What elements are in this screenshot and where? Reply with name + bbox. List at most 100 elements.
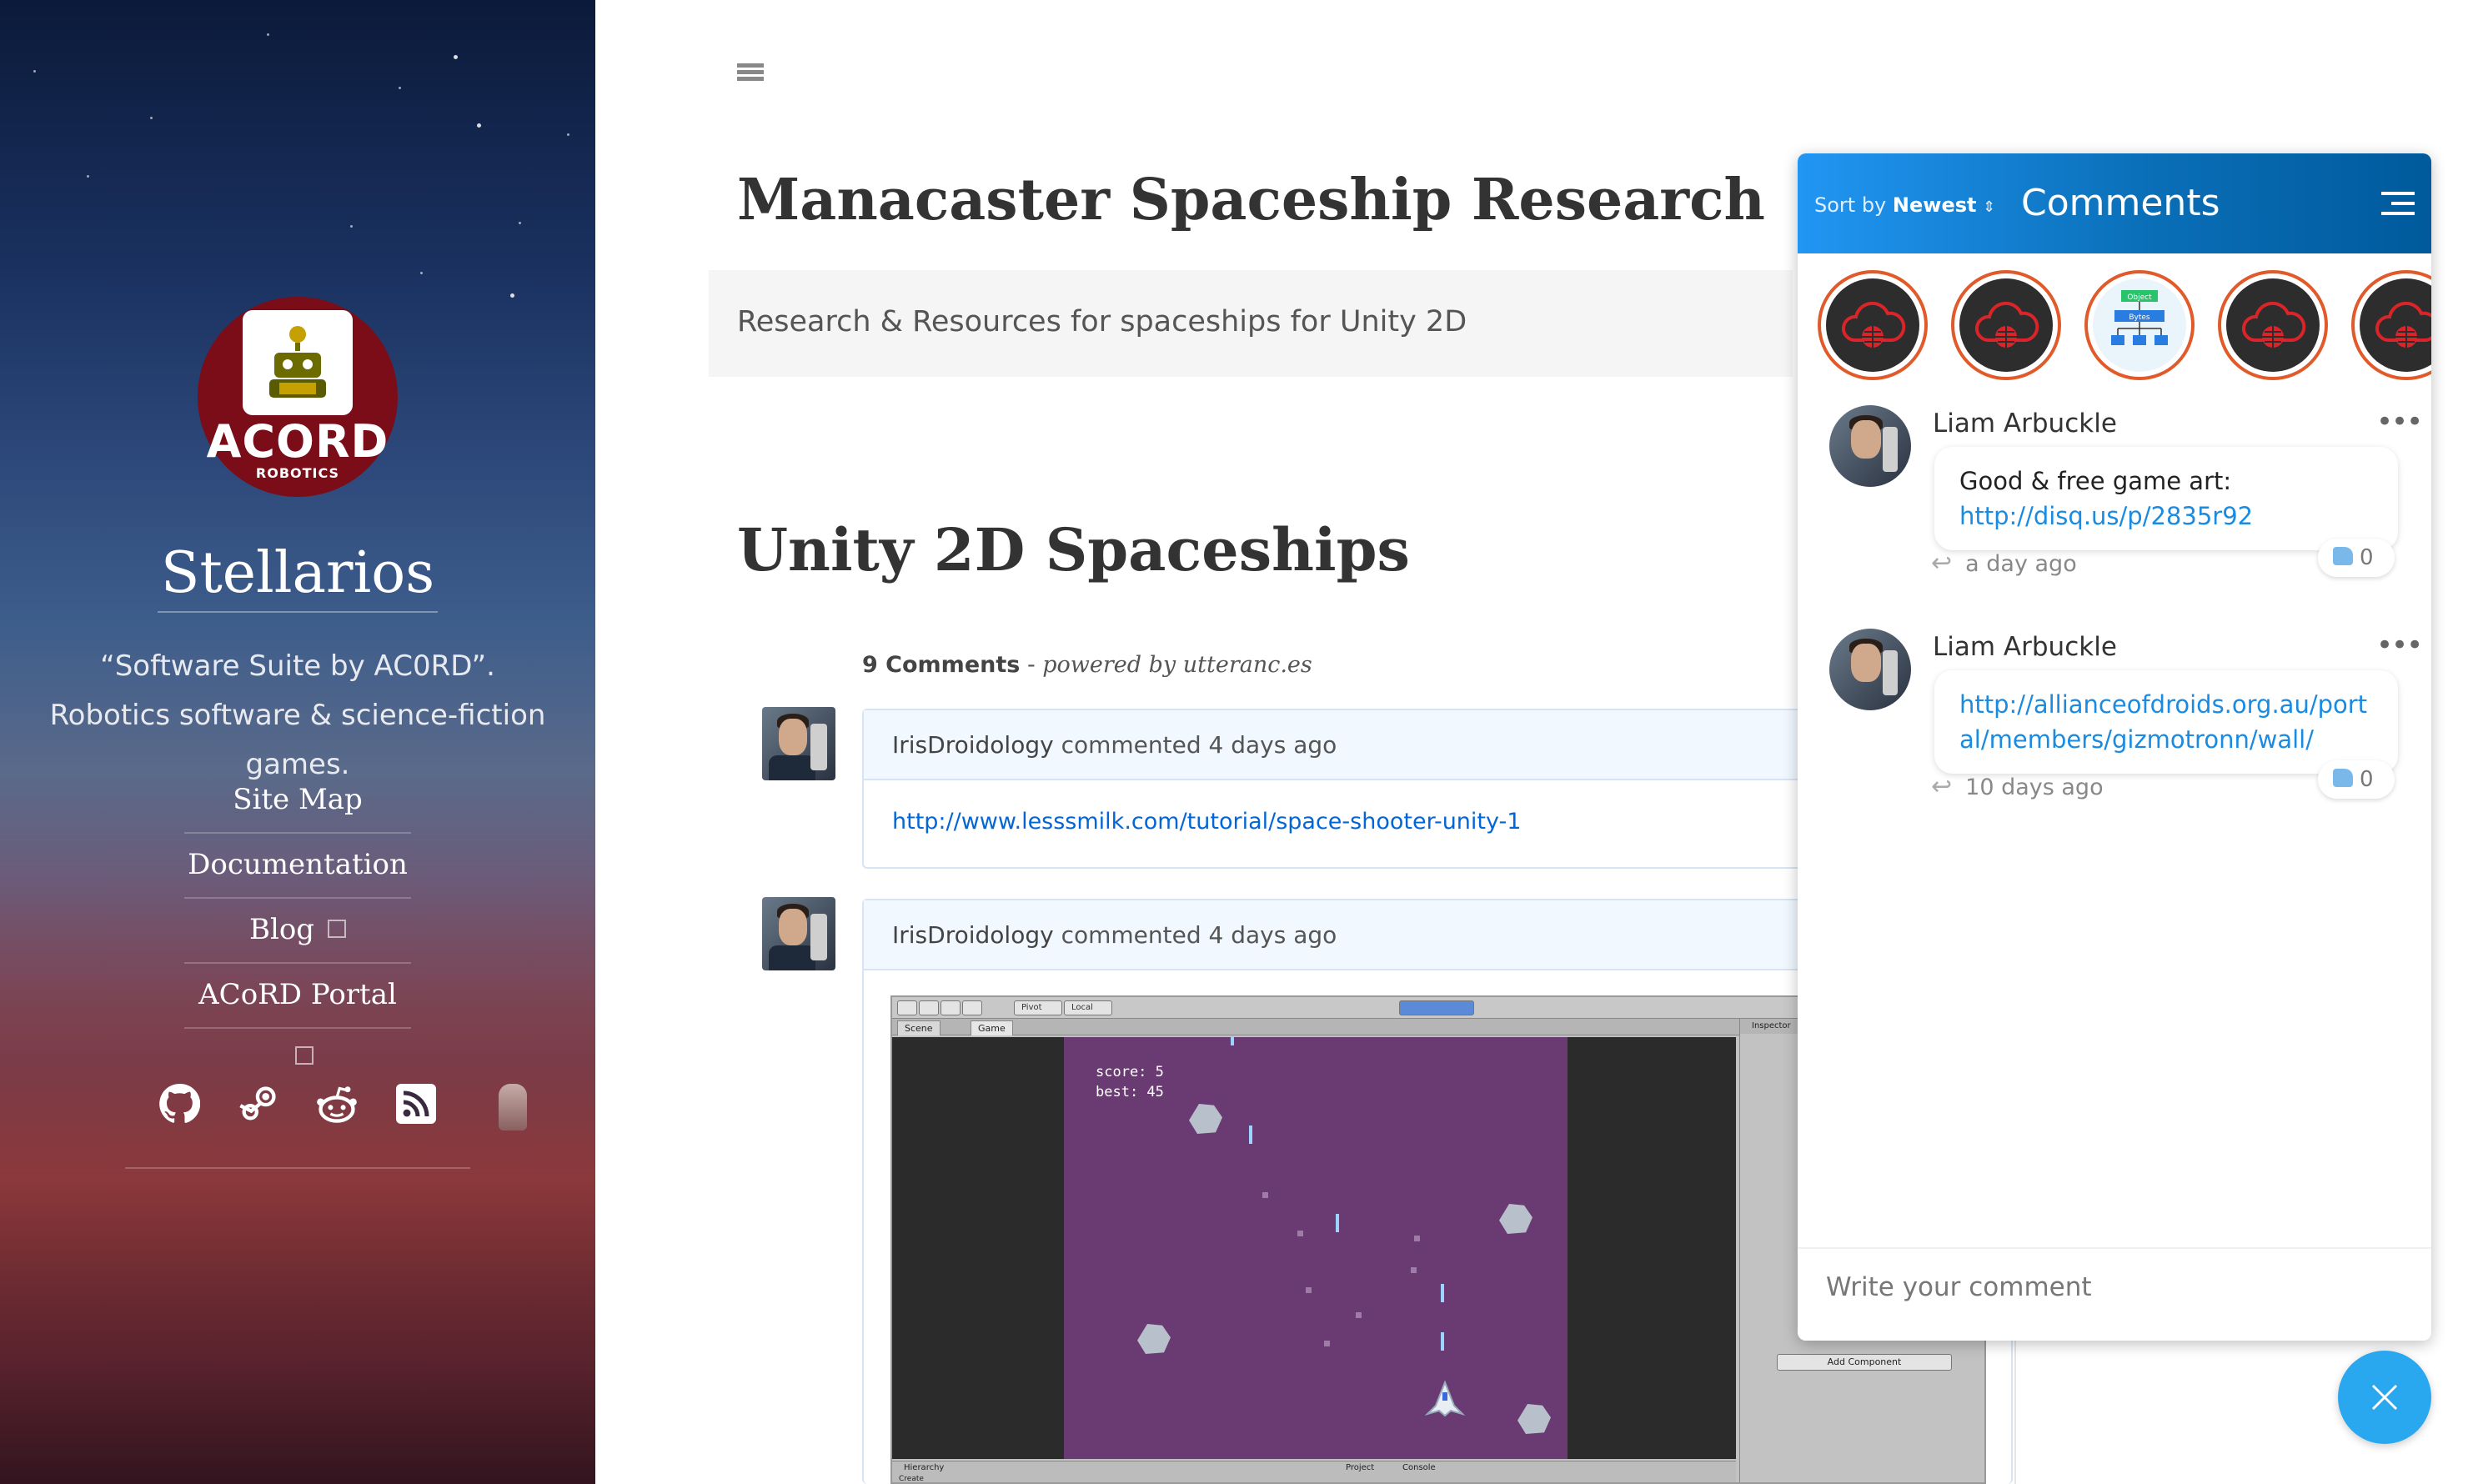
comments-count: 9 Comments — [862, 652, 1021, 678]
social-links — [125, 1082, 470, 1169]
thumbs-up-icon — [2333, 546, 2353, 565]
star — [567, 133, 569, 136]
widget-post: Liam Arbuckle ••• http://allianceofdroid… — [1798, 629, 2431, 829]
steam-icon[interactable] — [237, 1082, 280, 1126]
rss-icon[interactable] — [394, 1082, 438, 1126]
star — [33, 70, 36, 73]
star — [87, 175, 89, 178]
star — [510, 293, 514, 298]
post-link[interactable]: http://disq.us/p/2835r92 — [1959, 502, 2253, 530]
player-ship-icon — [1424, 1381, 1466, 1417]
project-label: Project — [1346, 1463, 1375, 1472]
thumbs-up-icon — [2333, 768, 2353, 787]
reply-row[interactable]: ↩ a day ago — [1931, 549, 2077, 578]
menu-toggle-icon[interactable] — [737, 63, 764, 82]
reply-icon[interactable]: ↩ — [1931, 772, 1952, 801]
post-text: Good & free game art: — [1959, 467, 2232, 495]
sort-chevron-icon: ⇕ — [1983, 198, 1996, 216]
comment-author[interactable]: IrisDroidology — [892, 731, 1054, 759]
reply-icon[interactable]: ↩ — [1931, 549, 1952, 578]
site-title[interactable]: Stellarios — [0, 540, 595, 613]
nav-item-acord-portal[interactable]: ACoRD Portal — [184, 964, 411, 1065]
site-title-text[interactable]: Stellarios — [157, 540, 439, 613]
logo-text: ACORD — [206, 415, 389, 468]
post-avatar[interactable] — [1829, 405, 1911, 487]
nav-item-label: Site Map — [233, 783, 363, 816]
section-title: Unity 2D Spaceships — [737, 515, 1410, 584]
post-time: 10 days ago — [1965, 775, 2104, 800]
post-time: a day ago — [1965, 551, 2077, 577]
post-author[interactable]: Liam Arbuckle — [1933, 632, 2117, 662]
participants-strip: Object Bytes — [1818, 270, 2431, 384]
nav-item-label: Blog — [248, 913, 315, 946]
widget-menu-icon[interactable] — [2381, 192, 2415, 215]
github-icon[interactable] — [158, 1082, 201, 1126]
reply-row[interactable]: ↩ 10 days ago — [1931, 772, 2104, 801]
comment-meta: commented 4 days ago — [1061, 731, 1337, 759]
page-subtitle: Research & Resources for spaceships for … — [737, 305, 1467, 338]
close-widget-button[interactable] — [2338, 1351, 2431, 1444]
star — [477, 123, 481, 128]
powered-by-link[interactable]: powered by utteranc.es — [1042, 652, 1312, 678]
widget-title: Comments — [2021, 182, 2220, 224]
create-label: Create — [899, 1475, 924, 1483]
console-label: Console — [1402, 1463, 1436, 1472]
participant-avatar[interactable]: Object Bytes — [2084, 270, 2195, 380]
more-options-icon[interactable]: ••• — [2376, 629, 2423, 662]
widget-post: Liam Arbuckle ••• Good & free game art: … — [1798, 405, 2431, 605]
widget-header: Sort by Newest ⇕ Comments — [1798, 153, 2431, 253]
post-bubble: http://allianceofdroids.org.au/portal/me… — [1934, 670, 2398, 774]
cloud-globe-icon — [1841, 301, 1906, 348]
participant-avatar[interactable] — [2351, 270, 2431, 380]
star — [519, 222, 521, 224]
post-link[interactable]: http://allianceofdroids.org.au/portal/me… — [1959, 690, 2367, 754]
sidebar-nav: Site Map Documentation Blog ACoRD Portal — [0, 769, 595, 1065]
cloud-globe-icon — [2375, 301, 2431, 348]
local-label: Local — [1064, 1000, 1112, 1015]
nav-item-label: ACoRD Portal — [198, 978, 397, 1011]
more-options-icon[interactable]: ••• — [2376, 405, 2423, 439]
post-avatar[interactable] — [1829, 629, 1911, 710]
nav-item-site-map[interactable]: Site Map — [184, 769, 411, 834]
comment-author[interactable]: IrisDroidology — [892, 921, 1054, 949]
nav-item-blog[interactable]: Blog — [184, 899, 411, 964]
like-button[interactable]: 0 — [2318, 539, 2395, 577]
score-text: score: 5 — [1096, 1064, 1164, 1080]
reddit-icon[interactable] — [315, 1082, 359, 1126]
unity-game-view: score: 5 best: 45 — [892, 1037, 1736, 1459]
hierarchy-label: Hierarchy — [904, 1463, 945, 1472]
logo-subtext: ROBOTICS — [255, 465, 340, 481]
sidebar: ACORD ROBOTICS Stellarios “Software Suit… — [0, 0, 595, 1484]
tab-scene: Scene — [897, 1020, 941, 1035]
bytes-label: Bytes — [2129, 313, 2150, 322]
close-icon — [2371, 1384, 2398, 1411]
site-description: “Software Suite by AC0RD”. Robotics soft… — [49, 649, 546, 781]
page-title: Manacaster Spaceship Research — [737, 167, 1765, 233]
game-playfield: score: 5 best: 45 — [1064, 1037, 1568, 1459]
tab-game: Game — [971, 1020, 1013, 1035]
robot-icon — [243, 310, 353, 415]
nav-item-label: Documentation — [188, 848, 408, 881]
comments-widget: Sort by Newest ⇕ Comments Object Bytes L… — [1798, 153, 2431, 1341]
commenter-avatar[interactable] — [762, 897, 835, 970]
comment-input[interactable] — [1826, 1272, 2410, 1302]
participant-avatar[interactable] — [2218, 270, 2328, 380]
nav-item-documentation[interactable]: Documentation — [184, 834, 411, 899]
page-subtitle-bar: Research & Resources for spaceships for … — [709, 270, 1793, 377]
sort-dropdown[interactable]: Sort by Newest ⇕ — [1814, 193, 1995, 217]
astronaut-figure — [499, 1084, 527, 1131]
star — [267, 33, 269, 36]
star — [420, 272, 423, 274]
participant-avatar[interactable] — [1818, 270, 1928, 380]
site-logo[interactable]: ACORD ROBOTICS — [198, 297, 398, 497]
post-author[interactable]: Liam Arbuckle — [1933, 409, 2117, 439]
star — [150, 117, 153, 119]
best-text: best: 45 — [1096, 1084, 1164, 1100]
like-count: 0 — [2360, 545, 2374, 570]
participant-avatar[interactable] — [1951, 270, 2061, 380]
sort-label: Sort by — [1814, 193, 1887, 217]
like-button[interactable]: 0 — [2318, 760, 2395, 799]
commenter-avatar[interactable] — [762, 707, 835, 780]
content-border — [2014, 1334, 2016, 1484]
comment-link[interactable]: http://www.lesssmilk.com/tutorial/space-… — [892, 809, 1521, 835]
